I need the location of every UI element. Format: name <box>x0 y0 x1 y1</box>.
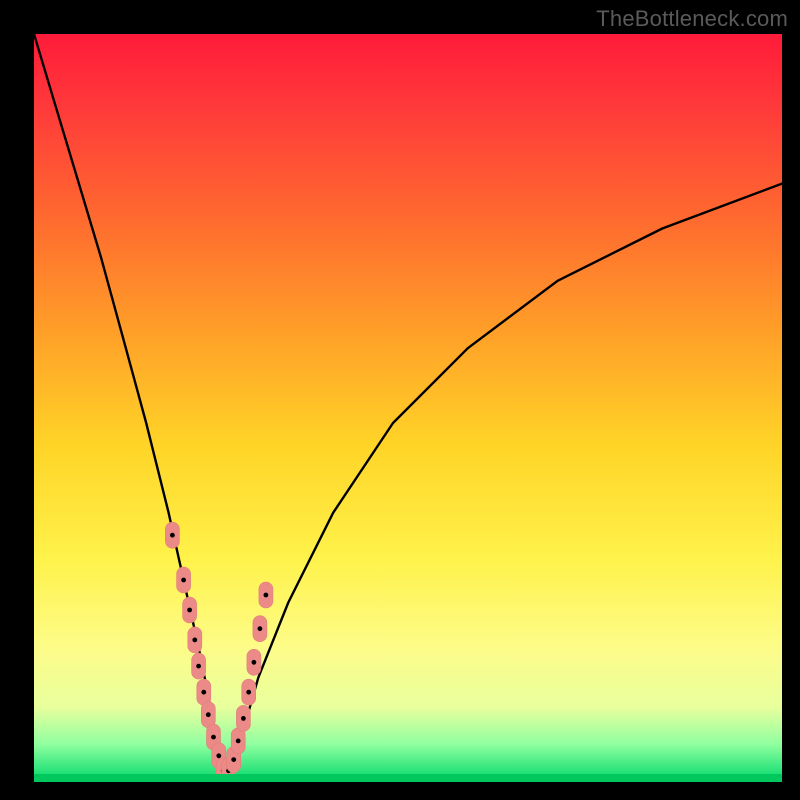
chart-plot-area <box>34 34 782 782</box>
curve-sample-dot <box>192 638 197 643</box>
curve-sample-dot <box>252 660 257 665</box>
curve-sample-dot <box>264 593 269 598</box>
curve-sample-dot <box>201 690 206 695</box>
curve-sample-dot <box>211 735 216 740</box>
curve-sample-dot <box>181 578 186 583</box>
curve-sample-dot <box>231 757 236 762</box>
chart-outer-frame: TheBottleneck.com <box>0 0 800 800</box>
watermark-text: TheBottleneck.com <box>596 6 788 32</box>
curve-sample-dot <box>170 533 175 538</box>
chart-svg-layer <box>34 34 782 782</box>
bottleneck-curve-path <box>34 34 782 775</box>
optimal-green-band <box>34 774 782 782</box>
curve-sample-dot <box>236 739 241 744</box>
highlight-markers <box>165 522 273 782</box>
curve-sample-dot <box>258 626 263 631</box>
curve-sample-dot <box>196 664 201 669</box>
curve-sample-dot <box>216 753 221 758</box>
curve-sample-dot <box>187 608 192 613</box>
curve-sample-dot <box>246 690 251 695</box>
curve-sample-dot <box>206 712 211 717</box>
curve-sample-dot <box>241 716 246 721</box>
